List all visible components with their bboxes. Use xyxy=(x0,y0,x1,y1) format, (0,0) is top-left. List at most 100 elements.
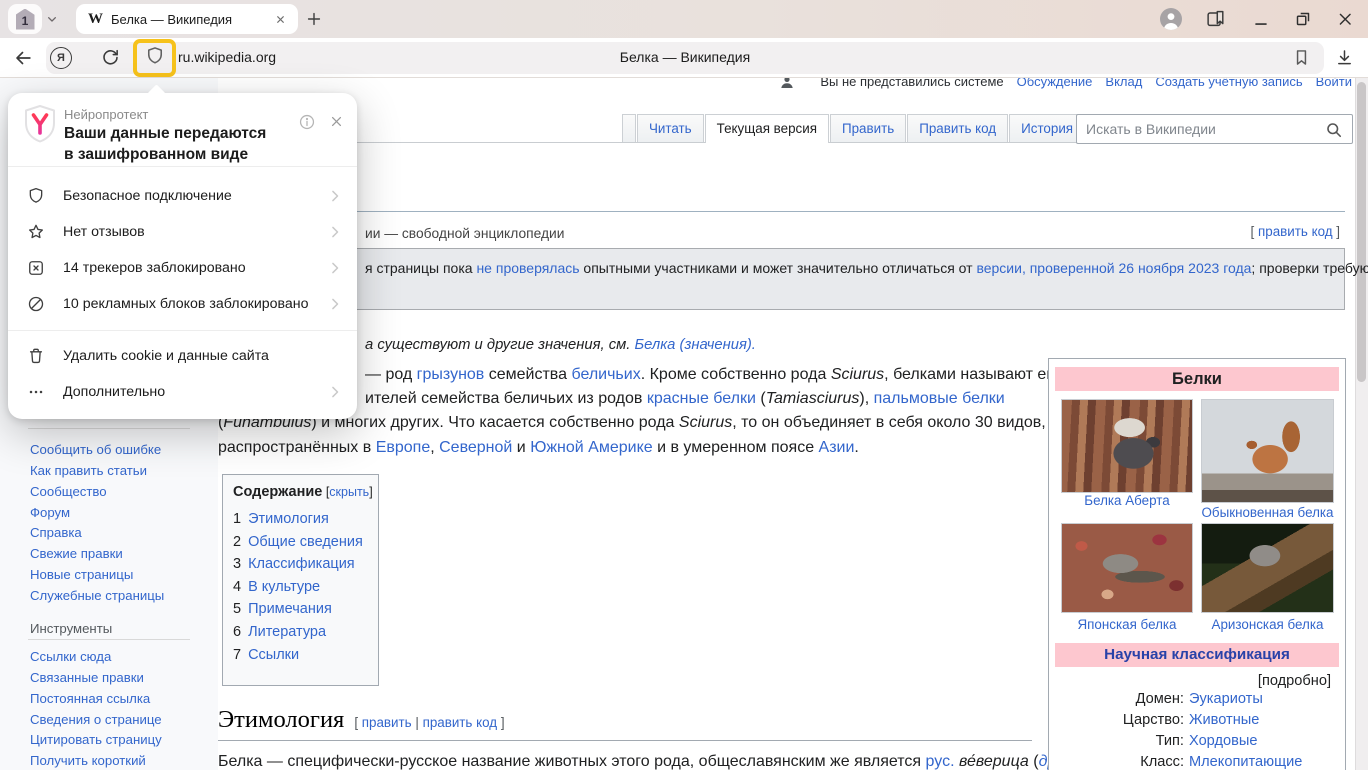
toc-link-general[interactable]: Общие сведения xyxy=(248,534,363,550)
search-icon[interactable] xyxy=(1324,120,1344,140)
sidebar-recent-changes[interactable]: Свежие правки xyxy=(30,546,123,561)
page-scrollbar[interactable] xyxy=(1355,78,1368,770)
inline-link[interactable]: версии, проверенной 26 ноября 2023 года xyxy=(976,260,1251,276)
secure-connection-item[interactable]: Безопасное подключение xyxy=(8,178,357,214)
wiki-search-box[interactable] xyxy=(1076,114,1353,144)
item-label: 10 рекламных блоков заблокировано xyxy=(63,296,309,312)
sidebar-community[interactable]: Сообщество xyxy=(30,484,107,499)
login-link[interactable]: Войти xyxy=(1316,78,1352,89)
taxo-value-link[interactable]: Хордовые xyxy=(1189,733,1257,749)
info-icon[interactable] xyxy=(298,113,316,136)
browser-tab[interactable]: W Белка — Википедия xyxy=(76,4,298,34)
toc-link-etymology[interactable]: Этимология xyxy=(248,511,329,527)
toc-link-links[interactable]: Ссылки xyxy=(248,647,299,663)
not-logged-in-text: Вы не представились системе xyxy=(820,78,1003,89)
ad-block-icon xyxy=(25,294,47,314)
maximize-button[interactable] xyxy=(1292,8,1314,30)
inline-link[interactable]: рус. xyxy=(926,753,955,770)
profile-avatar[interactable] xyxy=(1160,8,1182,30)
sidebar-page-info[interactable]: Сведения о странице xyxy=(30,712,162,727)
create-account-link[interactable]: Создать учётную запись xyxy=(1155,78,1302,89)
sidebar-report-error[interactable]: Сообщить об ошибке xyxy=(30,442,161,457)
etymology-heading: Этимология[ править | править код ] xyxy=(218,706,1032,741)
tab-list-chevron-icon[interactable] xyxy=(44,11,60,27)
search-input[interactable] xyxy=(1077,115,1352,143)
classification-header[interactable]: Научная классификация xyxy=(1055,643,1339,667)
inline-link[interactable]: Белка (значения). xyxy=(634,337,755,353)
caption-arizona[interactable]: Аризонская белка xyxy=(1201,617,1334,632)
address-bar[interactable]: ru.wikipedia.org Белка — Википедия xyxy=(46,42,1324,74)
inline-link[interactable]: Южной Америке xyxy=(530,439,652,456)
tab-edit[interactable]: Править xyxy=(830,114,906,142)
yandex-services-icon[interactable]: Я xyxy=(50,47,72,69)
toc-link-notes[interactable]: Примечания xyxy=(248,601,332,617)
edit-link[interactable]: править xyxy=(362,715,412,730)
ads-blocked-item[interactable]: 10 рекламных блоков заблокировано xyxy=(8,286,357,322)
back-button[interactable] xyxy=(12,47,34,69)
toc-link-classification[interactable]: Классификация xyxy=(248,556,355,572)
trackers-blocked-item[interactable]: 14 трекеров заблокировано xyxy=(8,250,357,286)
sidebar-permanent-link[interactable]: Постоянная ссылка xyxy=(30,691,150,706)
inline-text: семейства xyxy=(484,366,571,383)
tab-history[interactable]: История xyxy=(1009,114,1085,142)
url-text[interactable]: ru.wikipedia.org xyxy=(178,49,276,65)
close-window-button[interactable] xyxy=(1334,8,1356,30)
tab-close-icon[interactable] xyxy=(273,12,288,27)
sidebar-help[interactable]: Справка xyxy=(30,525,82,540)
inline-link[interactable]: беличьих xyxy=(571,366,640,383)
inline-text: ( xyxy=(756,390,766,407)
side-panel-icon[interactable] xyxy=(1204,8,1226,30)
tab-read[interactable]: Читать xyxy=(637,114,704,142)
toc-link-literature[interactable]: Литература xyxy=(248,624,326,640)
tab-counter-button[interactable]: 1 xyxy=(8,4,42,34)
bookmark-icon[interactable] xyxy=(1291,47,1312,68)
arizona-squirrel-image[interactable] xyxy=(1201,523,1334,613)
new-tab-button[interactable] xyxy=(304,9,324,29)
edit-code-link[interactable]: править код xyxy=(1258,224,1333,239)
tab-current-version[interactable]: Текущая версия xyxy=(705,114,829,143)
toc-link-culture[interactable]: В культуре xyxy=(248,579,320,595)
red-squirrel-image[interactable] xyxy=(1201,399,1334,503)
inline-link[interactable]: Европе xyxy=(376,439,431,456)
tab-title: Белка — Википедия xyxy=(111,12,273,27)
sidebar-short-url[interactable]: Получить короткий xyxy=(30,753,146,768)
sidebar-what-links-here[interactable]: Ссылки сюда xyxy=(30,649,111,664)
taxo-value-link[interactable]: Животные xyxy=(1189,712,1259,728)
taxo-value-link[interactable]: Млекопитающие xyxy=(1189,754,1302,770)
sidebar-tools-title: Инструменты xyxy=(30,621,112,636)
talk-link[interactable]: Обсуждение xyxy=(1017,78,1093,89)
toc-hide-link[interactable]: скрыть xyxy=(329,485,369,499)
inline-link[interactable]: пальмовые белки xyxy=(874,390,1005,407)
reviews-item[interactable]: Нет отзывов xyxy=(8,214,357,250)
edit-source-link[interactable]: править код xyxy=(423,715,498,730)
sidebar-how-to-edit[interactable]: Как править статьи xyxy=(30,463,147,478)
refresh-icon[interactable] xyxy=(100,47,121,68)
inline-link[interactable]: красные белки xyxy=(647,390,756,407)
sidebar-related-changes[interactable]: Связанные правки xyxy=(30,670,144,685)
contributions-link[interactable]: Вклад xyxy=(1105,78,1142,89)
scrollbar-thumb[interactable] xyxy=(1357,82,1366,382)
sidebar-new-pages[interactable]: Новые страницы xyxy=(30,567,133,582)
abert-squirrel-image[interactable] xyxy=(1061,399,1193,493)
inline-link[interactable]: Азии xyxy=(819,439,855,456)
sidebar-cite-page[interactable]: Цитировать страницу xyxy=(30,732,162,747)
caption-japanese[interactable]: Японская белка xyxy=(1061,617,1193,632)
shield-icon[interactable] xyxy=(144,45,166,72)
popup-close-icon[interactable] xyxy=(328,113,345,135)
delete-cookies-item[interactable]: Удалить cookie и данные сайта xyxy=(8,338,357,374)
download-icon[interactable] xyxy=(1334,47,1355,68)
more-options-item[interactable]: Дополнительно xyxy=(8,374,357,410)
tab-edit-source[interactable]: Править код xyxy=(907,114,1008,142)
minimize-button[interactable] xyxy=(1250,8,1272,30)
caption-red-squirrel[interactable]: Обыкновенная белка xyxy=(1201,505,1334,520)
japanese-squirrel-image[interactable] xyxy=(1061,523,1193,613)
inline-link[interactable]: грызунов xyxy=(417,366,485,383)
bracket: [ xyxy=(1251,224,1258,239)
inline-link[interactable]: Северной xyxy=(439,439,512,456)
details-link[interactable]: [подробно] xyxy=(1258,673,1331,689)
inline-link[interactable]: не проверялась xyxy=(476,260,579,276)
sidebar-forum[interactable]: Форум xyxy=(30,505,70,520)
sidebar-special-pages[interactable]: Служебные страницы xyxy=(30,588,164,603)
taxo-value-link[interactable]: Эукариоты xyxy=(1189,691,1263,707)
caption-abert[interactable]: Белка Аберта xyxy=(1061,493,1193,508)
